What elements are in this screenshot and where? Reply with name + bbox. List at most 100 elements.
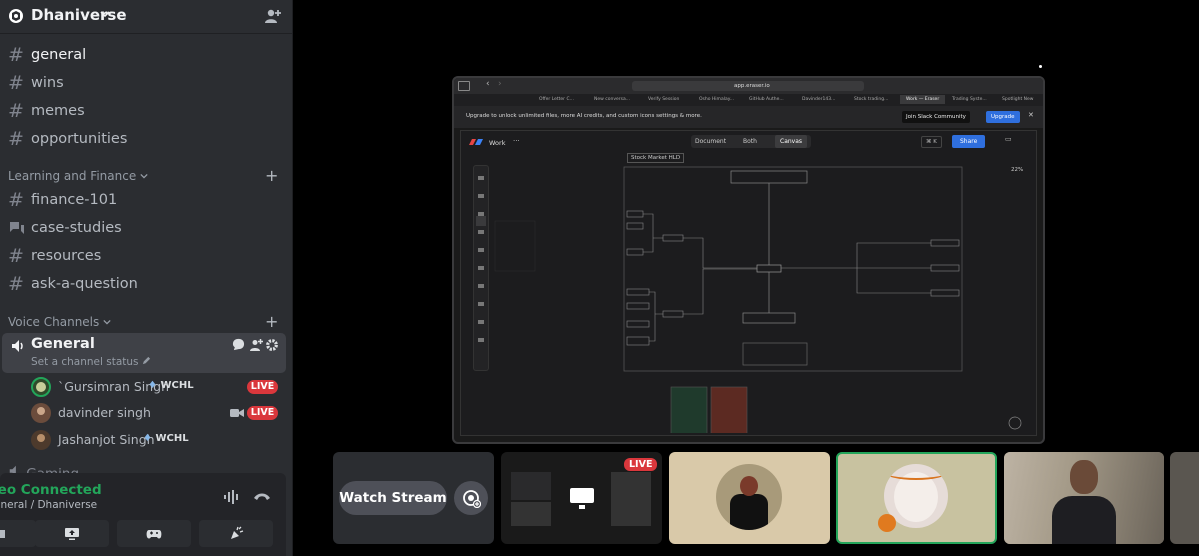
forward-icon[interactable]: ›: [498, 79, 502, 89]
view-document[interactable]: Document: [695, 138, 726, 145]
chevron-down-icon: [103, 319, 111, 325]
tile-next[interactable]: [1170, 452, 1199, 544]
toolbar-tools[interactable]: [478, 176, 484, 356]
avatar: [31, 403, 51, 423]
soundboard-icon: [231, 526, 244, 539]
architecture-diagram[interactable]: [491, 161, 1031, 433]
noise-button[interactable]: [0, 520, 36, 547]
channel-label: case-studies: [31, 220, 122, 236]
tab-item[interactable]: Spotlight New: [1002, 97, 1033, 102]
connection-location[interactable]: eneral / Dhaniverse: [0, 499, 97, 511]
address-bar[interactable]: app.eraser.io: [632, 81, 864, 91]
tab-item[interactable]: Offer Letter C...: [539, 97, 574, 102]
add-channel-icon[interactable]: +: [265, 312, 278, 332]
channel-label: ask-a-question: [31, 276, 138, 292]
user-name: Jashanjot Singh: [58, 432, 155, 447]
noise-icon: [0, 530, 5, 538]
participant-tile-jashanjot[interactable]: [1004, 452, 1164, 544]
comments-icon[interactable]: ▭: [1005, 135, 1012, 143]
tab-item[interactable]: Trading Syste...: [952, 97, 987, 102]
participant-tile-gursimran[interactable]: [669, 452, 830, 544]
add-channel-icon[interactable]: +: [265, 166, 278, 186]
tab-item[interactable]: Verify Session: [648, 97, 679, 102]
hash-icon: #: [8, 245, 24, 267]
channel-wins[interactable]: # wins: [0, 70, 292, 96]
channel-finance-101[interactable]: # finance-101: [0, 187, 292, 213]
close-icon[interactable]: ✕: [1028, 111, 1034, 119]
upgrade-banner: Upgrade to unlock unlimited files, more …: [454, 106, 1043, 128]
workspace-name[interactable]: Work: [489, 139, 505, 147]
live-badge: LIVE: [624, 458, 658, 471]
join-slack-button[interactable]: Join Slack Community: [902, 111, 970, 123]
server-header[interactable]: Dhaniverse: [0, 0, 292, 34]
channel-general[interactable]: # general: [0, 42, 292, 68]
hash-icon: #: [8, 273, 24, 295]
activities-button[interactable]: [117, 520, 191, 547]
channel-resources[interactable]: # resources: [0, 243, 292, 269]
stream-tile-screen[interactable]: LIVE: [501, 452, 662, 544]
stream-preview: [511, 502, 551, 526]
window-controls: [458, 81, 470, 91]
add-member-icon[interactable]: [264, 7, 282, 25]
tab-item[interactable]: Stock trading...: [854, 97, 888, 102]
signal-icon[interactable]: [223, 489, 239, 505]
cursor-dot: [1039, 65, 1042, 68]
channel-memes[interactable]: # memes: [0, 98, 292, 124]
tab-item[interactable]: Osho Himalay...: [699, 97, 734, 102]
gamepad-icon: [146, 530, 162, 539]
channel-label: memes: [31, 103, 85, 119]
tab-item-active[interactable]: Work — Eraser: [900, 95, 946, 104]
hash-icon: #: [8, 100, 24, 122]
share-button[interactable]: Share: [952, 135, 986, 148]
back-icon[interactable]: ‹: [486, 79, 490, 89]
voice-user-jashanjot[interactable]: Jashanjot Singh ♦ WCHL: [0, 427, 292, 453]
basketball-icon: [878, 514, 896, 532]
connection-status: deo Connected: [0, 482, 102, 498]
more-icon[interactable]: ···: [513, 137, 520, 145]
voice-connection-panel: deo Connected eneral / Dhaniverse: [0, 473, 286, 556]
voice-channel-general[interactable]: General Set a channel status: [2, 333, 286, 373]
category-learning[interactable]: Learning and Finance +: [0, 166, 292, 186]
shared-screen[interactable]: ‹ › app.eraser.io Offer Letter C... New …: [452, 76, 1045, 444]
command-shortcut[interactable]: ⌘ K: [921, 136, 942, 148]
channel-case-studies[interactable]: case-studies: [0, 215, 292, 241]
upgrade-button[interactable]: Upgrade: [986, 111, 1020, 123]
channel-opportunities[interactable]: # opportunities: [0, 126, 292, 152]
participant-tile-davinder[interactable]: [836, 452, 997, 544]
watch-stream-button[interactable]: Watch Stream: [339, 481, 447, 515]
join-stream-button[interactable]: [454, 481, 488, 515]
pencil-icon: [142, 356, 150, 365]
channel-label: wins: [31, 75, 64, 91]
channel-status[interactable]: Set a channel status: [31, 356, 151, 368]
soundboard-button[interactable]: [199, 520, 273, 547]
user-name: davinder singh: [58, 405, 151, 420]
disconnect-icon[interactable]: [253, 491, 271, 501]
share-screen-button[interactable]: [35, 520, 109, 547]
gear-icon[interactable]: [265, 338, 279, 352]
channel-label: resources: [31, 248, 102, 264]
channel-ask-a-question[interactable]: # ask-a-question: [0, 271, 292, 297]
video-camera-icon: [230, 409, 244, 417]
invite-icon[interactable]: [249, 338, 263, 352]
voice-user-gursimran[interactable]: `Gursimran Singh ♦ WCHL LIVE: [0, 374, 292, 400]
person-body: [1052, 496, 1116, 544]
category-label: Learning and Finance: [8, 166, 148, 186]
channel-label: general: [31, 47, 87, 63]
channel-label: finance-101: [31, 192, 118, 208]
chevron-down-icon: [100, 11, 110, 18]
live-badge: LIVE: [247, 380, 278, 394]
tab-item[interactable]: GitHub Authe...: [749, 97, 784, 102]
category-voice[interactable]: Voice Channels +: [0, 312, 292, 332]
tab-item[interactable]: New conversa...: [594, 97, 630, 102]
chevron-down-icon: [140, 173, 148, 179]
tab-item[interactable]: Davinder143...: [802, 97, 835, 102]
banner-text: Upgrade to unlock unlimited files, more …: [466, 113, 702, 119]
voice-user-davinder[interactable]: davinder singh LIVE: [0, 400, 292, 426]
channel-sidebar: Dhaniverse # general # wins # memes # op…: [0, 0, 292, 556]
avatar: [31, 377, 51, 397]
live-badge: LIVE: [247, 406, 278, 420]
view-both[interactable]: Both: [743, 138, 757, 145]
chat-icon[interactable]: [232, 338, 245, 351]
view-canvas[interactable]: Canvas: [775, 135, 808, 148]
tab-strip: Offer Letter C... New conversa... Verify…: [454, 94, 1043, 106]
